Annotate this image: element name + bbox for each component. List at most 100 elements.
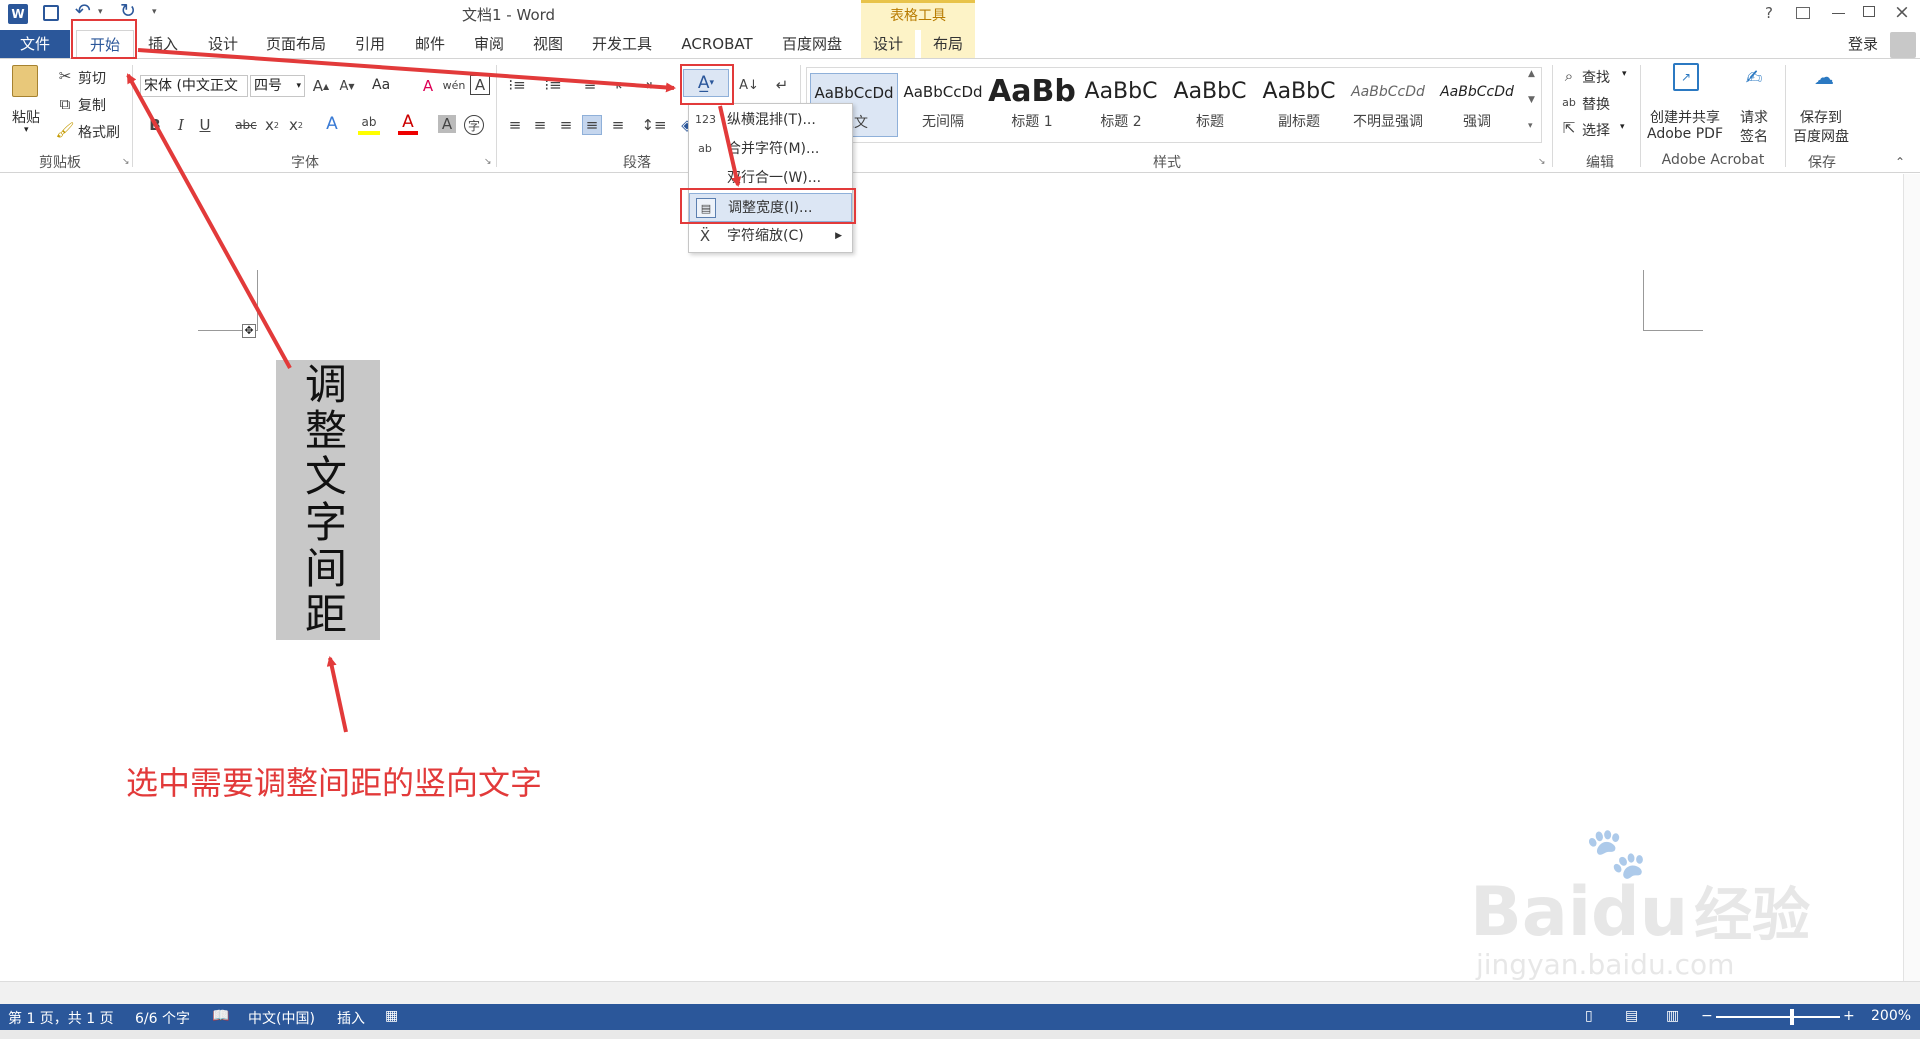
style-title[interactable]: AaBbC 标题 [1166, 73, 1254, 137]
bullets-icon[interactable]: ⁝≡ [505, 75, 529, 95]
tab-developer[interactable]: 开发工具 [586, 30, 658, 58]
tab-acrobat[interactable]: ACROBAT [674, 30, 760, 58]
align-left-icon[interactable]: ≡ [505, 115, 525, 135]
text-effects-icon[interactable]: A [322, 113, 342, 135]
bold-icon[interactable]: B [146, 115, 164, 135]
save-baidu-button[interactable]: 保存到 [1800, 107, 1842, 127]
justify-icon[interactable]: ≡ [582, 115, 602, 135]
macro-record-icon[interactable]: ▦ [385, 1008, 398, 1024]
format-painter-button[interactable]: 格式刷 [78, 122, 120, 142]
subscript-icon[interactable]: x2 [262, 115, 282, 135]
style-heading-2[interactable]: AaBbC 标题 2 [1077, 73, 1165, 137]
request-signature-button[interactable]: 请求 [1740, 107, 1768, 127]
zoom-out-icon[interactable]: − [1701, 1008, 1713, 1024]
align-center-icon[interactable]: ≡ [530, 115, 550, 135]
copy-button[interactable]: 复制 [78, 95, 106, 115]
numbering-icon[interactable]: ⁝≡ [541, 75, 565, 95]
clipboard-launcher-icon[interactable]: ↘ [122, 157, 130, 167]
multilevel-list-icon[interactable]: ≡ [578, 75, 602, 95]
styles-launcher-icon[interactable]: ↘ [1538, 157, 1546, 167]
style-heading-1[interactable]: AaBb 标题 1 [988, 73, 1076, 137]
shrink-font-icon[interactable]: A ▼ [338, 77, 356, 95]
select-dropdown-icon[interactable]: ▾ [1620, 122, 1625, 132]
grow-font-icon[interactable]: A ▲ [312, 77, 330, 95]
tab-table-layout[interactable]: 布局 [921, 30, 975, 58]
style-subtle-emphasis[interactable]: AaBbCcDd 不明显强调 [1344, 73, 1432, 137]
undo-dropdown-icon[interactable]: ▾ [98, 7, 103, 17]
minimize-icon[interactable] [1832, 13, 1845, 14]
print-layout-icon[interactable]: ▤ [1625, 1008, 1638, 1024]
increase-indent-icon[interactable]: ⇥ [636, 75, 656, 95]
user-avatar-icon[interactable] [1890, 32, 1916, 58]
italic-icon[interactable]: I [172, 115, 190, 135]
gallery-scroll-down-icon[interactable]: ▼ [1528, 95, 1535, 105]
vertical-scrollbar[interactable] [1903, 174, 1920, 981]
line-spacing-icon[interactable]: ↕≡ [641, 115, 666, 135]
gallery-more-icon[interactable]: ▾ [1528, 121, 1533, 131]
change-case-button[interactable]: Aa [372, 77, 390, 93]
show-marks-icon[interactable]: ↵ [772, 75, 792, 95]
highlight-color-icon[interactable]: ab [358, 113, 380, 135]
style-no-spacing[interactable]: AaBbCcDd 无间隔 [899, 73, 987, 137]
style-emphasis[interactable]: AaBbCcDd 强调 [1433, 73, 1521, 137]
horizontal-scrollbar[interactable] [0, 981, 1920, 1004]
select-button[interactable]: 选择 [1582, 120, 1610, 140]
character-border-icon[interactable]: A [470, 75, 490, 95]
language-indicator[interactable]: 中文(中国) [248, 1008, 315, 1028]
customize-qat-icon[interactable]: ▾ [152, 7, 157, 17]
tab-view[interactable]: 视图 [525, 30, 571, 58]
find-button[interactable]: 查找 [1582, 67, 1610, 87]
font-color-icon[interactable]: A [398, 112, 418, 135]
close-icon[interactable]: × [1894, 1, 1910, 23]
tab-baidu-netdisk[interactable]: 百度网盘 [775, 30, 849, 58]
gallery-scroll-up-icon[interactable]: ▲ [1528, 69, 1535, 79]
zoom-slider[interactable] [1716, 1016, 1840, 1018]
tab-design[interactable]: 设计 [200, 30, 246, 58]
menu-item-horizontal-in-vertical[interactable]: 123 纵横混排(T)... [689, 106, 852, 135]
zoom-level[interactable]: 200% [1871, 1008, 1911, 1024]
menu-item-character-scaling[interactable]: Ẍ 字符缩放(C) ▶ [689, 222, 852, 251]
proofing-icon[interactable]: 📖 [212, 1008, 229, 1024]
paste-button[interactable]: 粘贴 [12, 107, 40, 127]
help-icon[interactable]: ? [1765, 4, 1773, 22]
superscript-icon[interactable]: x2 [286, 115, 306, 135]
selected-vertical-text[interactable]: 调 整 文 字 间 距 [276, 360, 380, 640]
signin-link[interactable]: 登录 [1845, 30, 1881, 58]
align-right-icon[interactable]: ≡ [556, 115, 576, 135]
page-count[interactable]: 第 1 页，共 1 页 [8, 1008, 114, 1028]
web-layout-icon[interactable]: ▥ [1666, 1008, 1679, 1024]
tab-file[interactable]: 文件 [0, 30, 70, 58]
font-name-select[interactable]: 宋体 (中文正文 [140, 75, 248, 97]
create-share-pdf-button[interactable]: 创建并共享 [1650, 107, 1720, 127]
word-count[interactable]: 6/6 个字 [135, 1008, 190, 1028]
style-subtitle[interactable]: AaBbC 副标题 [1255, 73, 1343, 137]
save-icon[interactable] [43, 5, 59, 21]
phonetic-guide-icon[interactable]: wén [443, 75, 466, 95]
tab-mailings[interactable]: 邮件 [407, 30, 453, 58]
font-size-select[interactable]: 四号 ▾ [250, 75, 305, 97]
zoom-in-icon[interactable]: + [1843, 1008, 1855, 1024]
tab-layout[interactable]: 页面布局 [261, 30, 331, 58]
insert-mode[interactable]: 插入 [337, 1008, 365, 1028]
zoom-slider-thumb[interactable] [1790, 1009, 1794, 1025]
distributed-icon[interactable]: ≡ [608, 115, 628, 135]
tab-insert[interactable]: 插入 [140, 30, 186, 58]
ribbon-display-icon[interactable] [1796, 7, 1810, 19]
menu-item-combine-characters[interactable]: ab 合并字符(M)... [689, 135, 852, 164]
sort-icon[interactable]: A↓ [739, 75, 759, 95]
character-shading-icon[interactable]: A [438, 115, 456, 133]
paste-dropdown-icon[interactable]: ▾ [24, 125, 29, 135]
document-canvas[interactable]: ✥ 调 整 文 字 间 距 选中需要调整间距的竖向文字 🐾 Baidu 经验 ji… [0, 174, 1920, 981]
tab-review[interactable]: 审阅 [466, 30, 512, 58]
paste-icon[interactable] [12, 65, 38, 97]
read-mode-icon[interactable]: ▯ [1585, 1008, 1593, 1024]
collapse-ribbon-icon[interactable]: ⌃ [1895, 155, 1905, 169]
decrease-indent-icon[interactable]: ⇤ [612, 75, 632, 95]
tab-table-design[interactable]: 设计 [861, 30, 915, 58]
clear-formatting-icon[interactable]: A [418, 77, 438, 95]
font-launcher-icon[interactable]: ↘ [484, 157, 492, 167]
table-move-handle-icon[interactable]: ✥ [242, 324, 256, 338]
enclose-characters-icon[interactable]: 字 [464, 115, 484, 135]
restore-icon[interactable] [1863, 6, 1875, 17]
tab-references[interactable]: 引用 [347, 30, 393, 58]
